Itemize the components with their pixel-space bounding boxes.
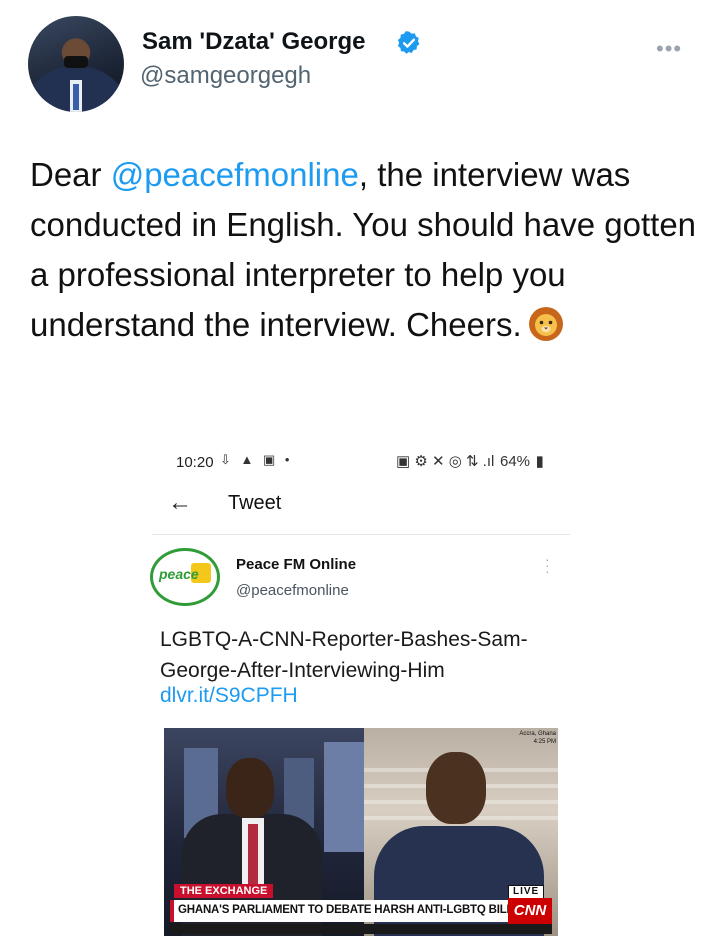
peace-fm-logo-text: peace [159,566,199,582]
author-avatar[interactable] [28,16,124,112]
embedded-link[interactable]: dlvr.it/S9CPFH [160,684,298,708]
battery-level: 64% [499,453,531,470]
peace-fm-logo[interactable]: peace [150,548,220,606]
nav-title: Tweet [228,492,282,514]
lower-third-text: GHANA'S PARLIAMENT TO DEBATE HARSH ANTI-… [178,904,514,916]
video-location: Accra, Ghana 4:25 PM [486,730,556,756]
author-handle[interactable]: @samgeorgegh [140,62,311,90]
more-dots-icon[interactable]: ••• [656,36,682,62]
cnn-logo: CNN [508,898,552,924]
skyline-shape [324,742,364,852]
video-thumbnail[interactable]: Accra, Ghana 4:25 PM THE EXCHANGE LIVE GH… [164,728,558,936]
embedded-headline: LGBTQ-A-CNN-Reporter-Bashes-Sam-George-A… [160,628,528,682]
source-name[interactable]: Peace FM Online [236,556,356,573]
anchor-head [226,758,274,818]
status-notification-icons: ⇩ ▲ ▣ • [220,452,293,467]
location-time: 4:25 PM [533,739,556,745]
mention-link[interactable]: @peacefmonline [111,156,359,193]
status-system-icons: ▣ ⚙ ✕ ◎ ⇅ .ıl 64% ▮ [396,452,544,470]
status-system-glyphs: ▣ ⚙ ✕ ◎ ⇅ .ıl [396,453,495,470]
verified-badge-icon [397,31,420,54]
battery-icon: ▮ [535,453,544,470]
more-vertical-icon[interactable]: · · · [545,552,550,578]
location-city: Accra, Ghana [519,731,556,737]
tweet-text: Dear @peacefmonline, the interview was c… [30,150,700,350]
program-tag: THE EXCHANGE [174,884,274,898]
lion-face-emoji-icon [528,307,563,341]
source-handle[interactable]: @peacefmonline [236,582,349,599]
divider [152,534,570,535]
author-name[interactable]: Sam 'Dzata' George [142,28,366,56]
arrow-left-icon[interactable]: ← [168,489,192,517]
tweet-prefix: Dear [30,156,111,193]
ticker-bar [170,924,552,934]
live-badge: LIVE [508,885,545,899]
status-time: 10:20 [176,454,214,471]
guest-head [426,752,486,824]
anchor-tie [248,824,258,884]
